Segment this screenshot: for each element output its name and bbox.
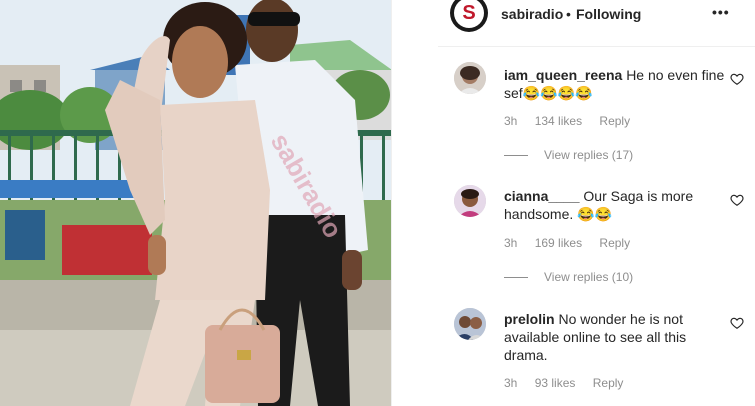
header-separator: • (566, 6, 571, 22)
comment-time: 3h (504, 236, 518, 250)
comment-time: 3h (504, 376, 518, 390)
comment-body: prelolin No wonder he is not available o… (504, 310, 728, 364)
comment-username[interactable]: iam_queen_reena (504, 67, 622, 83)
comment-body: cianna____ Our Saga is more handsome. 😂😂 (504, 187, 728, 223)
following-button[interactable]: Following (576, 6, 641, 22)
commenter-avatar[interactable] (454, 62, 486, 94)
commenter-avatar[interactable] (454, 308, 486, 340)
comments-panel: S sabiradio • Following ••• iam_queen_re… (438, 0, 755, 406)
comment-meta: 3h 134 likes Reply (504, 114, 644, 128)
comment-likes[interactable]: 134 likes (535, 114, 582, 128)
commenter-avatar[interactable] (454, 185, 486, 217)
comment-username[interactable]: prelolin (504, 311, 555, 327)
comment-meta: 3h 93 likes Reply (504, 376, 637, 390)
comment-body: iam_queen_reena He no even fine sef😂😂😂😂 (504, 66, 728, 102)
comment-time: 3h (504, 114, 518, 128)
more-horizontal-icon[interactable]: ••• (712, 4, 730, 20)
comment-meta: 3h 169 likes Reply (504, 236, 644, 250)
comment-username[interactable]: cianna____ (504, 188, 580, 204)
view-replies-button[interactable]: View replies (10) (504, 270, 633, 284)
view-replies-label: View replies (17) (544, 148, 634, 162)
like-heart-icon[interactable] (730, 316, 744, 330)
post-header: S sabiradio • Following ••• (438, 0, 755, 32)
post-photo[interactable]: sabiradio (0, 0, 392, 406)
reply-button[interactable]: Reply (599, 114, 630, 128)
view-replies-line (504, 154, 528, 156)
account-avatar[interactable]: S (450, 0, 488, 32)
header-divider (438, 46, 755, 47)
account-username[interactable]: sabiradio (501, 6, 563, 22)
comment-likes[interactable]: 93 likes (535, 376, 576, 390)
like-heart-icon[interactable] (730, 72, 744, 86)
reply-button[interactable]: Reply (593, 376, 624, 390)
comment-likes[interactable]: 169 likes (535, 236, 582, 250)
photo-frame-gap (392, 0, 438, 406)
reply-button[interactable]: Reply (599, 236, 630, 250)
account-avatar-logo: S (454, 0, 484, 28)
view-replies-label: View replies (10) (544, 270, 634, 284)
view-replies-button[interactable]: View replies (17) (504, 148, 633, 162)
like-heart-icon[interactable] (730, 193, 744, 207)
view-replies-line (504, 276, 528, 278)
